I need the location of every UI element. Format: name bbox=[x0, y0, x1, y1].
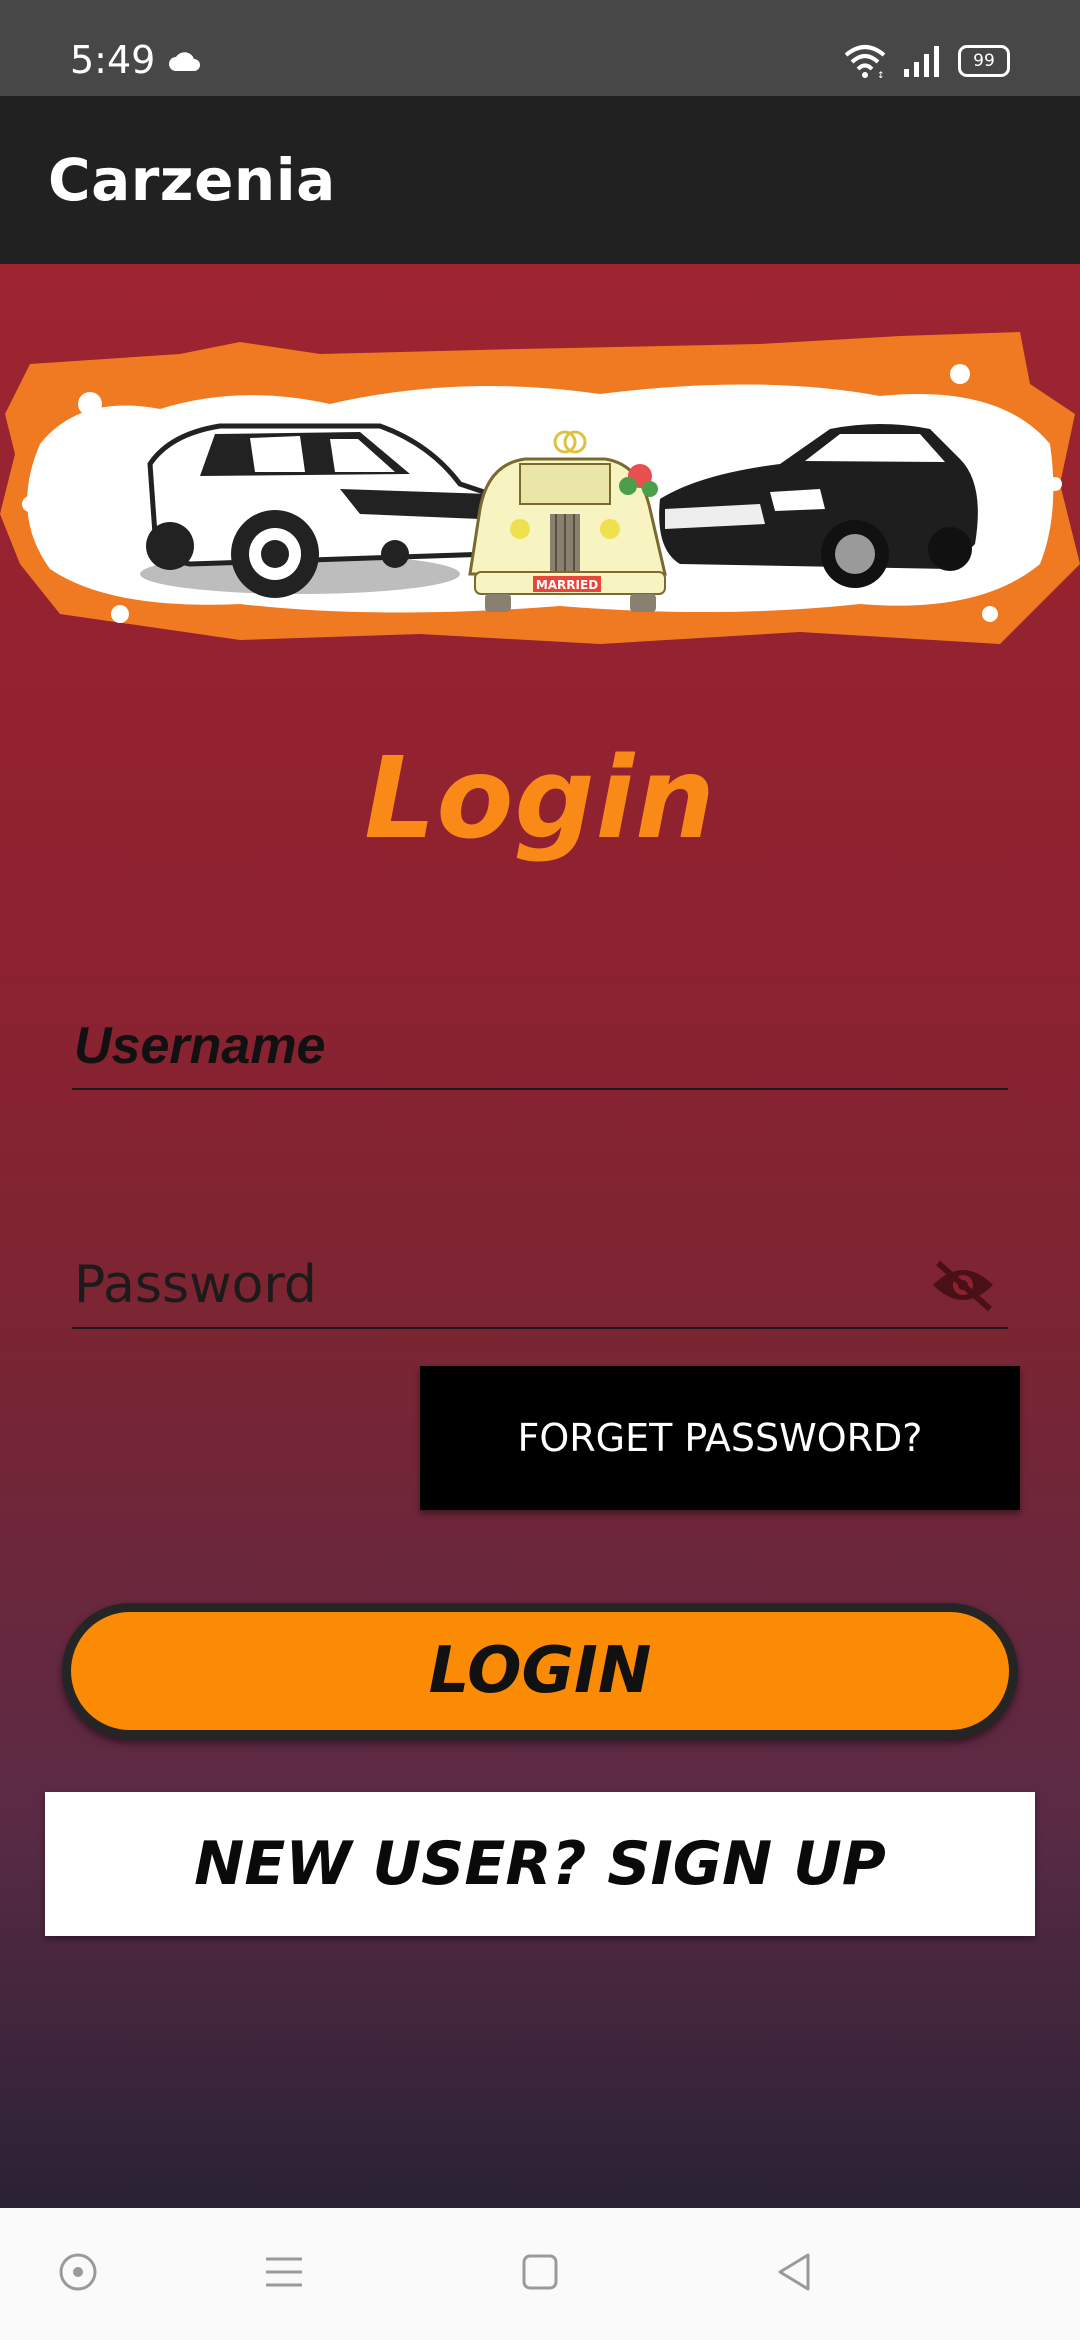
signup-button[interactable]: NEW USER? SIGN UP bbox=[45, 1792, 1035, 1936]
forget-password-button[interactable]: FORGET PASSWORD? bbox=[420, 1366, 1020, 1510]
app-bar: Carzenia bbox=[0, 96, 1080, 264]
status-bar: 5:49 ↕ 99 bbox=[0, 0, 1080, 96]
cars-banner-image: MARRIED bbox=[0, 332, 1080, 644]
wifi-icon: ↕ bbox=[844, 45, 886, 78]
battery-icon: 99 bbox=[958, 45, 1010, 77]
status-time: 5:49 bbox=[70, 38, 156, 82]
square-icon[interactable] bbox=[518, 2250, 562, 2294]
circle-icon[interactable] bbox=[56, 2250, 100, 2294]
svg-text:MARRIED: MARRIED bbox=[536, 578, 598, 592]
app-title: Carzenia bbox=[48, 146, 336, 214]
login-screen: MARRIED Login Username Password FORGET P… bbox=[0, 264, 1080, 2208]
password-field[interactable]: Password bbox=[72, 1229, 1008, 1329]
username-field[interactable]: Username bbox=[72, 994, 1008, 1090]
username-placeholder: Username bbox=[74, 1017, 326, 1075]
back-icon[interactable] bbox=[772, 2250, 816, 2294]
login-button[interactable]: LOGIN bbox=[62, 1603, 1018, 1739]
signal-icon bbox=[904, 46, 939, 77]
login-title: Login bbox=[364, 734, 716, 864]
system-navigation-bar bbox=[0, 2208, 1080, 2340]
cloud-icon bbox=[169, 52, 200, 71]
visibility-off-icon[interactable] bbox=[930, 1257, 996, 1313]
menu-icon[interactable] bbox=[262, 2250, 306, 2294]
svg-text:↕: ↕ bbox=[877, 71, 885, 78]
password-placeholder: Password bbox=[74, 1255, 317, 1315]
